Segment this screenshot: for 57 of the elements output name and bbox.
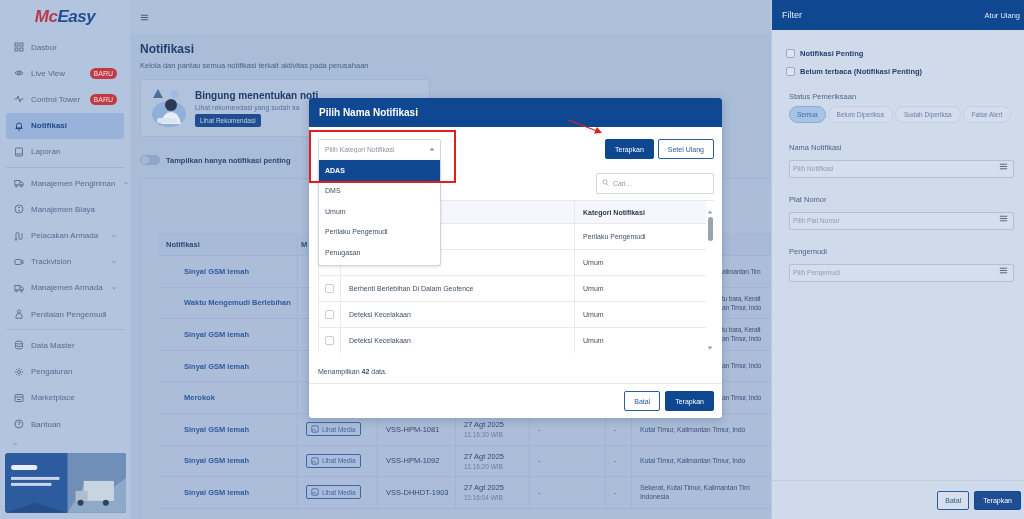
menu-icon bbox=[140, 12, 149, 22]
sidebar-item[interactable]: Dasbor bbox=[0, 33, 125, 61]
pin-icon bbox=[14, 230, 24, 241]
sidebar-item[interactable]: Data Master bbox=[0, 332, 125, 359]
sidebar-item[interactable]: Manajemen Biaya bbox=[0, 196, 125, 223]
chevron-down-icon bbox=[111, 285, 117, 291]
arrow bbox=[567, 119, 603, 135]
checkbox[interactable] bbox=[786, 66, 795, 76]
sidebar-item[interactable]: Marketplace bbox=[0, 384, 125, 411]
image-icon bbox=[311, 456, 319, 465]
book-icon bbox=[14, 146, 24, 157]
gear-icon bbox=[14, 366, 24, 377]
caret-up-icon bbox=[429, 146, 435, 152]
scrollbar-thumb[interactable] bbox=[707, 217, 713, 241]
truck-icon bbox=[14, 178, 24, 189]
caret-down-icon bbox=[707, 345, 713, 351]
image-icon bbox=[311, 425, 319, 434]
sidebar-item[interactable]: Trackvision bbox=[0, 248, 125, 275]
search-icon bbox=[602, 179, 609, 186]
sidebar-item[interactable]: Bantuan bbox=[0, 410, 125, 438]
chevron-up-icon bbox=[12, 441, 18, 448]
chevron-down-icon bbox=[111, 258, 117, 265]
sidebar-item[interactable]: Manajemen Pengiriman bbox=[0, 170, 125, 197]
checkbox[interactable] bbox=[786, 48, 795, 58]
sidebar-item[interactable]: Pengaturan bbox=[0, 358, 125, 385]
person-illustration bbox=[149, 88, 187, 128]
sidebar-item[interactable]: Penilaian Pengemudi bbox=[0, 301, 125, 328]
chevron-down-icon bbox=[111, 232, 117, 239]
page-title: Notifikasi bbox=[140, 42, 195, 56]
checkbox[interactable] bbox=[325, 336, 334, 345]
filter-title: Filter bbox=[782, 10, 802, 20]
person-icon bbox=[14, 309, 24, 320]
toggle-switch[interactable] bbox=[140, 155, 160, 165]
coin-icon bbox=[14, 204, 24, 215]
pulse-icon bbox=[14, 94, 24, 105]
list-icon bbox=[999, 214, 1008, 223]
modal-title: Pilih Nama Notifikasi bbox=[309, 98, 722, 127]
truck-icon bbox=[14, 283, 24, 293]
grid-icon bbox=[14, 42, 24, 52]
sidebar-item[interactable]: Notifikasi bbox=[6, 112, 124, 139]
sidebar-item[interactable]: Laporan bbox=[0, 138, 125, 165]
store-icon bbox=[14, 392, 24, 403]
logo: McEasy bbox=[34, 6, 96, 27]
caret-up-icon bbox=[707, 209, 713, 215]
eye-icon bbox=[14, 68, 24, 79]
list-icon bbox=[999, 162, 1008, 171]
sidebar-item[interactable]: Pelacakan Armada bbox=[0, 222, 125, 249]
help-icon bbox=[14, 419, 24, 430]
database-icon bbox=[14, 340, 24, 351]
chevron-down-icon bbox=[122, 180, 129, 187]
list-icon bbox=[999, 266, 1008, 275]
checkbox[interactable] bbox=[325, 310, 334, 319]
sidebar-item[interactable]: Manajemen Armada bbox=[0, 274, 125, 302]
checkbox[interactable] bbox=[325, 284, 334, 293]
camera-icon bbox=[14, 256, 24, 267]
image-icon bbox=[311, 488, 319, 497]
bell-icon bbox=[14, 120, 24, 131]
